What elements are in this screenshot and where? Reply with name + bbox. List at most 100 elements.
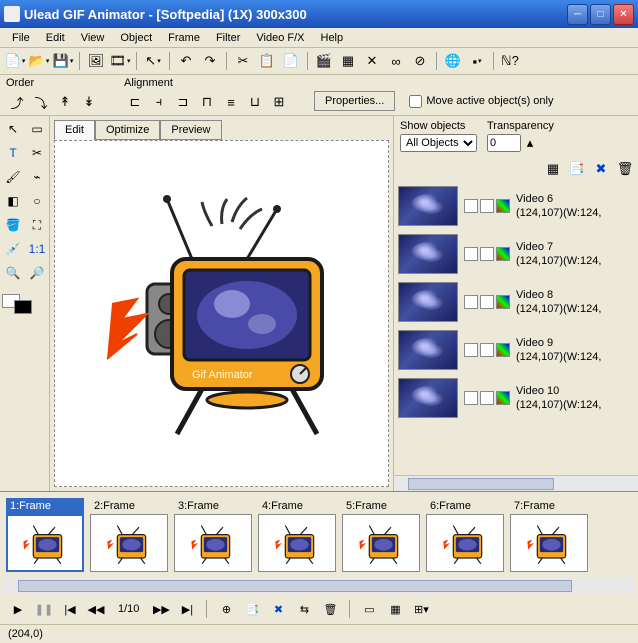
object-visibility-boxes[interactable] <box>464 343 510 357</box>
align-right-icon[interactable]: ⊐ <box>172 91 194 113</box>
maximize-button[interactable]: □ <box>590 4 611 25</box>
menu-object[interactable]: Object <box>112 30 160 46</box>
play-icon[interactable]: ▶ <box>8 600 28 618</box>
transparency-input[interactable] <box>487 134 521 152</box>
save-icon[interactable]: 💾▾ <box>52 50 74 72</box>
align-bottom-icon[interactable]: ⊔ <box>244 91 266 113</box>
object-list[interactable]: Video 6(124,107)(W:124, Video 7(124,107)… <box>394 182 638 475</box>
lasso-tool-icon[interactable]: ⌁ <box>26 166 48 188</box>
marquee-tool-icon[interactable]: ▭ <box>26 118 48 140</box>
tab-optimize[interactable]: Optimize <box>95 120 160 140</box>
timeline-frame[interactable]: 7:Frame <box>510 498 588 572</box>
panel-duplicate-icon[interactable]: 📑 <box>566 158 588 180</box>
new-icon[interactable]: 📄▾ <box>4 50 26 72</box>
spinner-up-icon[interactable]: ▴ <box>523 134 537 152</box>
forward-icon[interactable]: ↟ <box>54 91 76 113</box>
close-button[interactable]: ✕ <box>613 4 634 25</box>
panel-delete-icon[interactable]: ✖ <box>590 158 612 180</box>
panel-scrollbar[interactable] <box>394 475 638 491</box>
minimize-button[interactable]: ─ <box>567 4 588 25</box>
add-frame-icon[interactable]: ⊕ <box>216 600 236 618</box>
timeline-frame[interactable]: 1:Frame <box>6 498 84 572</box>
eraser-tool-icon[interactable]: ◧ <box>2 190 24 212</box>
paste-icon[interactable]: 📄 <box>280 50 302 72</box>
frame-props-icon[interactable]: ▭ <box>359 600 379 618</box>
align-top-icon[interactable]: ⊓ <box>196 91 218 113</box>
timeline-frame[interactable]: 5:Frame <box>342 498 420 572</box>
next-frame-icon[interactable]: ▶▶ <box>151 600 171 618</box>
timeline-frame[interactable]: 3:Frame <box>174 498 252 572</box>
open-icon[interactable]: 📂▾ <box>28 50 50 72</box>
object-list-item[interactable]: Video 7(124,107)(W:124, <box>394 230 638 278</box>
menu-edit[interactable]: Edit <box>38 30 73 46</box>
background-swatch[interactable] <box>14 300 32 314</box>
help-icon[interactable]: ℕ? <box>499 50 521 72</box>
ellipse-tool-icon[interactable]: ○ <box>26 190 48 212</box>
undo-icon[interactable]: ↶ <box>175 50 197 72</box>
object-visibility-boxes[interactable] <box>464 391 510 405</box>
frame-props3-icon[interactable]: ⊞▾ <box>411 600 431 618</box>
pointer-icon[interactable]: ↖▾ <box>142 50 164 72</box>
object-list-item[interactable]: Video 10(124,107)(W:124, <box>394 374 638 422</box>
bucket-tool-icon[interactable]: 🪣 <box>2 214 24 236</box>
cut-icon[interactable]: ✂ <box>232 50 254 72</box>
tab-edit[interactable]: Edit <box>54 120 95 140</box>
menu-help[interactable]: Help <box>313 30 352 46</box>
copy-icon[interactable]: 📋 <box>256 50 278 72</box>
backward-icon[interactable]: ↡ <box>78 91 100 113</box>
color-swatches[interactable] <box>2 294 47 314</box>
tween-icon[interactable]: ⇆ <box>294 600 314 618</box>
select-tool-icon[interactable]: ↖ <box>2 118 24 140</box>
frame-props2-icon[interactable]: ▦ <box>385 600 405 618</box>
align-center-v-icon[interactable]: ≡ <box>220 91 242 113</box>
preview-browser-icon[interactable]: 🌐 <box>442 50 464 72</box>
zoom-out-icon[interactable]: 🔎 <box>26 262 48 284</box>
object-visibility-boxes[interactable] <box>464 247 510 261</box>
menu-videofx[interactable]: Video F/X <box>248 30 312 46</box>
redo-icon[interactable]: ↷ <box>199 50 221 72</box>
show-objects-select[interactable]: All Objects <box>400 134 477 152</box>
tab-preview[interactable]: Preview <box>160 120 221 140</box>
align-center-h-icon[interactable]: ⫞ <box>148 91 170 113</box>
canvas[interactable]: Gif Animator <box>54 140 389 487</box>
import-image-icon[interactable]: 🖼 <box>85 50 107 72</box>
duplicate-frame-icon[interactable]: 📑 <box>242 600 262 618</box>
pause-icon[interactable]: ❚❚ <box>34 600 54 618</box>
timeline-frames[interactable]: 1:Frame 2:Frame 3:Frame 4:Frame 5:Frame … <box>4 496 634 574</box>
filmstrip-icon[interactable]: 🎬 <box>313 50 335 72</box>
object-visibility-boxes[interactable] <box>464 199 510 213</box>
menu-frame[interactable]: Frame <box>160 30 208 46</box>
object-list-item[interactable]: Video 8(124,107)(W:124, <box>394 278 638 326</box>
prev-frame-icon[interactable]: ◀◀ <box>86 600 106 618</box>
timeline-frame[interactable]: 6:Frame <box>426 498 504 572</box>
object-list-item[interactable]: Video 9(124,107)(W:124, <box>394 326 638 374</box>
timeline-frame[interactable]: 4:Frame <box>258 498 336 572</box>
import-video-icon[interactable]: 🎞▾ <box>109 50 131 72</box>
settings-icon[interactable]: ▪▾ <box>466 50 488 72</box>
unlink-icon[interactable]: ⊘ <box>409 50 431 72</box>
frames-icon[interactable]: ▦ <box>337 50 359 72</box>
object-visibility-boxes[interactable] <box>464 295 510 309</box>
text-tool-icon[interactable]: T <box>2 142 24 164</box>
transform-tool-icon[interactable]: ⛶ <box>26 214 48 236</box>
properties-button[interactable]: Properties... <box>314 91 395 111</box>
panel-add-icon[interactable]: ▦ <box>542 158 564 180</box>
bring-front-icon[interactable]: ⤴ <box>6 91 28 113</box>
first-frame-icon[interactable]: |◀ <box>60 600 80 618</box>
menu-file[interactable]: File <box>4 30 38 46</box>
align-center-canvas-icon[interactable]: ⊞ <box>268 91 290 113</box>
trash-frame-icon[interactable]: 🗑 <box>320 600 340 618</box>
link-icon[interactable]: ∞ <box>385 50 407 72</box>
object-list-item[interactable]: Video 6(124,107)(W:124, <box>394 182 638 230</box>
zoom-in-icon[interactable]: 🔍 <box>2 262 24 284</box>
menu-filter[interactable]: Filter <box>208 30 248 46</box>
crop-tool-icon[interactable]: ✂ <box>26 142 48 164</box>
zoom-11-icon[interactable]: 1:1 <box>26 238 48 260</box>
remove-frame-icon[interactable]: ✖ <box>268 600 288 618</box>
align-left-icon[interactable]: ⊏ <box>124 91 146 113</box>
last-frame-icon[interactable]: ▶| <box>177 600 197 618</box>
send-back-icon[interactable]: ⤵ <box>30 91 52 113</box>
move-active-checkbox[interactable] <box>409 95 422 108</box>
panel-trash-icon[interactable]: 🗑 <box>614 158 636 180</box>
brush-tool-icon[interactable]: 🖌 <box>2 166 24 188</box>
